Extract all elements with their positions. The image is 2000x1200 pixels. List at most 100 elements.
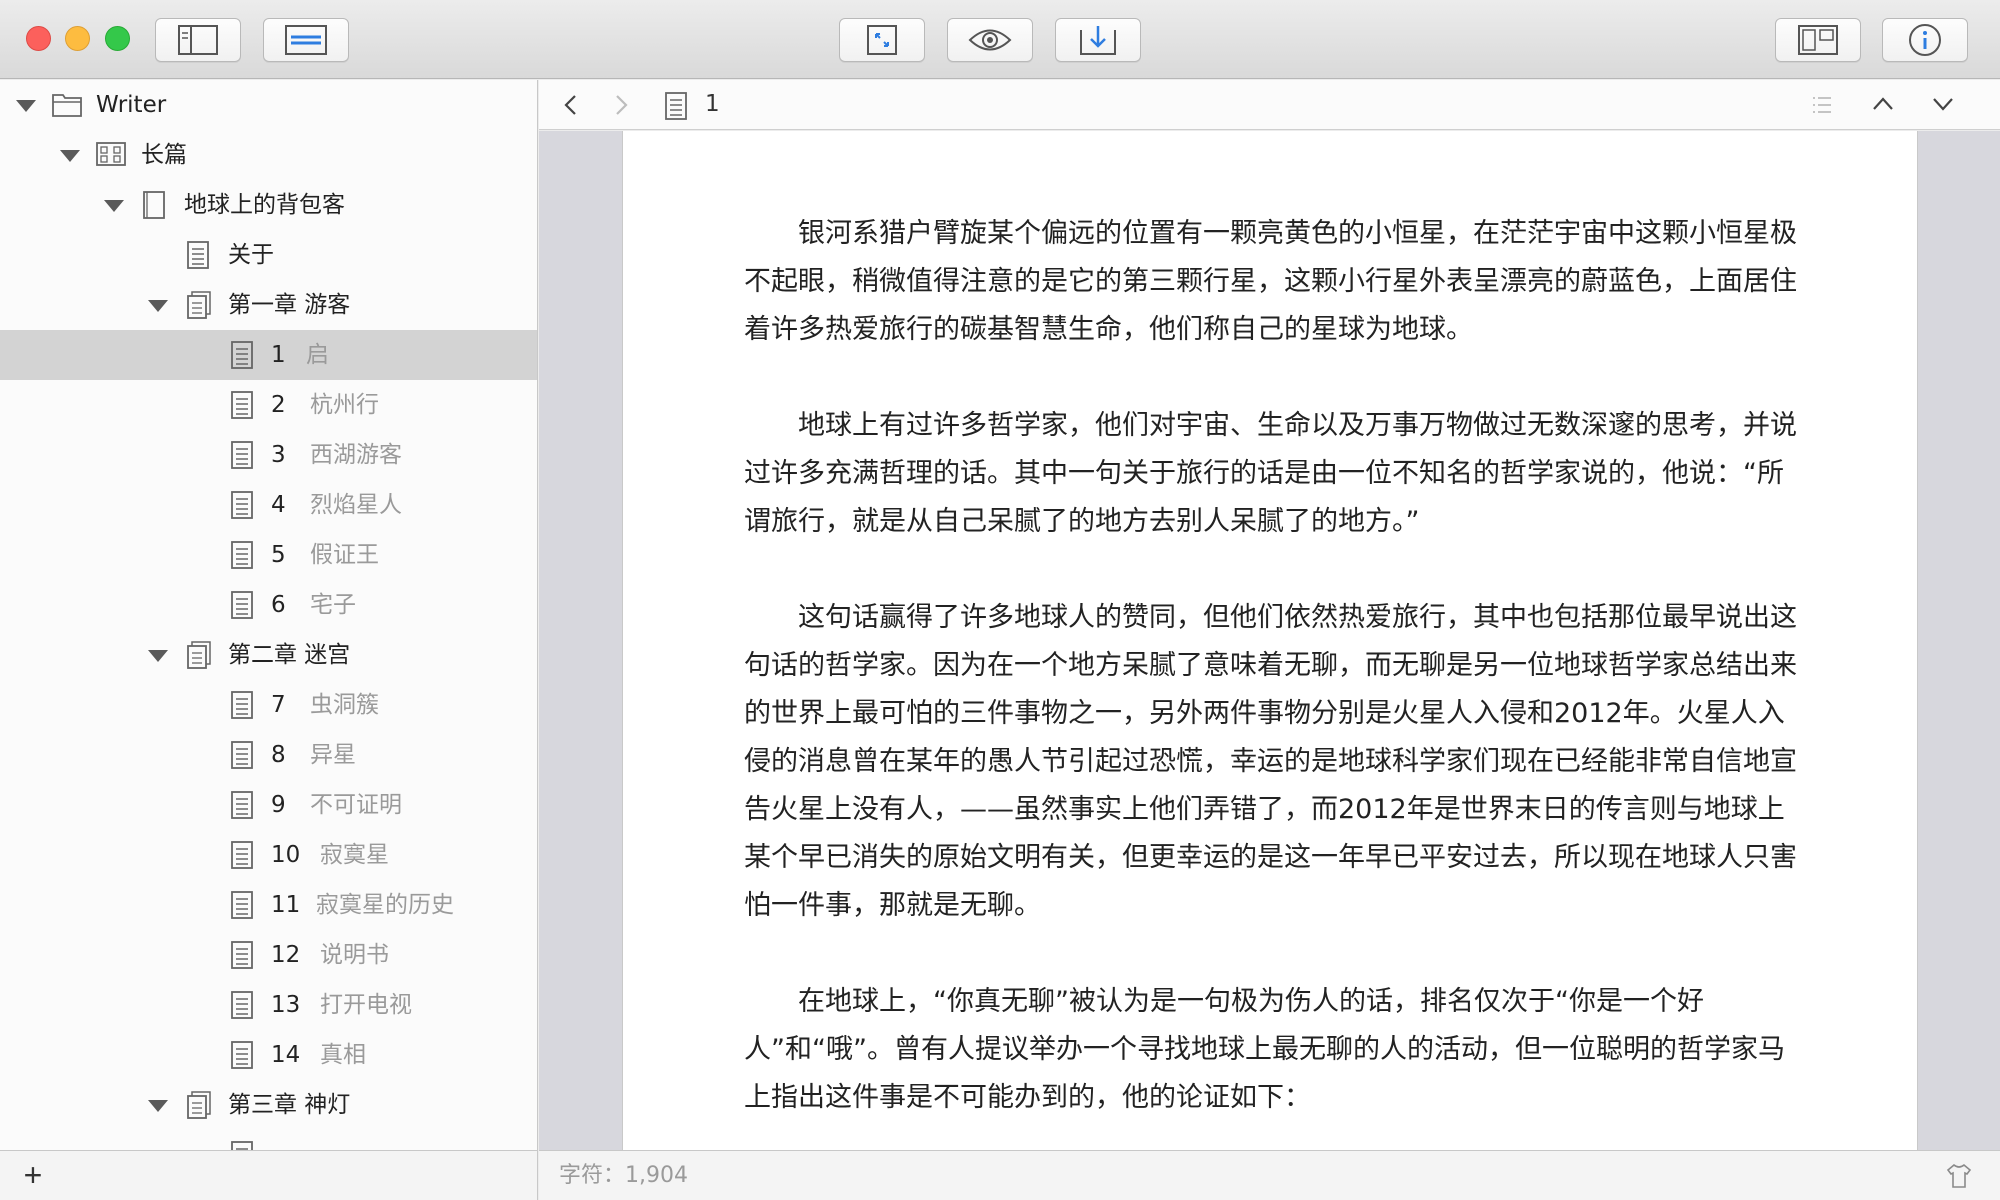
paragraph[interactable]: 在地球上，“你真无聊”被认为是一句极为伤人的话，排名仅次于“你是一个好人”和“哦… xyxy=(744,978,1800,1122)
doc-number: 5 xyxy=(271,542,286,568)
fullscreen-button[interactable] xyxy=(839,18,925,62)
document-stack-icon xyxy=(187,1091,211,1119)
chevron-right-icon[interactable] xyxy=(613,94,629,116)
close-window-button[interactable] xyxy=(26,26,51,51)
sidebar-item-label: 长篇 xyxy=(141,142,187,168)
split-view-button[interactable] xyxy=(1775,18,1861,62)
chevron-down-icon[interactable] xyxy=(1931,94,1955,114)
sidebar-item-doc-14[interactable]: 14 真相 xyxy=(0,1030,537,1080)
sidebar-item-chapter-2[interactable]: 第二章 迷宫 xyxy=(0,630,537,680)
document-icon xyxy=(231,691,253,719)
paragraph[interactable]: 银河系猎户臂旋某个偏远的位置有一颗亮黄色的小恒星，在茫茫宇宙中这颗小恒星极不起眼… xyxy=(744,210,1800,354)
document-icon xyxy=(665,92,687,120)
sidebar-toggle-button[interactable] xyxy=(155,18,241,62)
minimize-window-button[interactable] xyxy=(65,26,90,51)
doc-title: 假证王 xyxy=(310,542,379,568)
sidebar-item-project[interactable]: 长篇 xyxy=(0,130,537,180)
chevron-up-icon[interactable] xyxy=(1871,94,1895,114)
doc-title: 杭州行 xyxy=(310,392,379,418)
book-icon xyxy=(143,191,165,219)
doc-number: 9 xyxy=(271,792,286,818)
disclosure-triangle-icon[interactable] xyxy=(104,200,124,212)
sidebar-item-doc-9[interactable]: 9 不可证明 xyxy=(0,780,537,830)
doc-number: 6 xyxy=(271,592,286,618)
sidebar-item-label: 关于 xyxy=(228,242,274,268)
info-button[interactable] xyxy=(1882,18,1968,62)
doc-number: 2 xyxy=(271,392,286,418)
sidebar-item-doc-1[interactable]: 1 启 xyxy=(0,330,537,380)
sidebar-item-doc-8[interactable]: 8 异星 xyxy=(0,730,537,780)
sidebar-item-doc-7[interactable]: 7 虫洞簇 xyxy=(0,680,537,730)
disclosure-triangle-icon[interactable] xyxy=(148,1100,168,1112)
sidebar-item-label: 第三章 神灯 xyxy=(228,1092,351,1118)
doc-title: 真相 xyxy=(320,1042,366,1068)
list-icon[interactable] xyxy=(1811,94,1833,116)
doc-title: 烈焰星人 xyxy=(310,492,402,518)
sidebar-item-chapter-1[interactable]: 第一章 游客 xyxy=(0,280,537,330)
sidebar-footer: + xyxy=(0,1150,538,1200)
paragraph[interactable]: 地球上有过许多哲学家，他们对宇宙、生命以及万事万物做过无数深邃的思考，并说过许多… xyxy=(744,402,1800,546)
window-toolbar xyxy=(0,0,2000,79)
sidebar: Writer 长篇 地球上的背包客 关于 第一章 游客 1 启 2 杭州行 3 … xyxy=(0,80,538,1150)
sidebar-item-doc-10[interactable]: 10 寂寞星 xyxy=(0,830,537,880)
sidebar-item-doc-15-partial[interactable] xyxy=(0,1130,537,1150)
disclosure-triangle-icon[interactable] xyxy=(16,100,36,112)
sidebar-item-chapter-3[interactable]: 第三章 神灯 xyxy=(0,1080,537,1130)
paragraph[interactable]: 这句话赢得了许多地球人的赞同，但他们依然热爱旅行，其中也包括那位最早说出这句话的… xyxy=(744,594,1800,930)
sidebar-item-doc-6[interactable]: 6 宅子 xyxy=(0,580,537,630)
document-icon xyxy=(187,241,209,269)
doc-title: 打开电视 xyxy=(320,992,412,1018)
expand-arrows-icon xyxy=(867,25,897,55)
document-icon xyxy=(231,1141,253,1150)
info-icon xyxy=(1909,24,1941,56)
doc-number: 7 xyxy=(271,692,286,718)
corkboard-icon xyxy=(96,142,126,166)
preview-button[interactable] xyxy=(947,18,1033,62)
document-icon xyxy=(231,341,253,369)
doc-title: 寂寞星的历史 xyxy=(316,892,454,918)
sidebar-item-doc-3[interactable]: 3 西湖游客 xyxy=(0,430,537,480)
character-count[interactable]: 字符：1,904 xyxy=(559,1162,688,1190)
eye-icon xyxy=(968,29,1012,51)
current-document-label[interactable]: 1 xyxy=(705,90,720,118)
doc-title: 宅子 xyxy=(310,592,356,618)
disclosure-triangle-icon[interactable] xyxy=(148,300,168,312)
export-button[interactable] xyxy=(1055,18,1141,62)
doc-title: 寂寞星 xyxy=(320,842,389,868)
sidebar-item-about[interactable]: 关于 xyxy=(0,230,537,280)
sidebar-item-label: 地球上的背包客 xyxy=(184,192,345,218)
zoom-window-button[interactable] xyxy=(105,26,130,51)
sidebar-item-doc-2[interactable]: 2 杭州行 xyxy=(0,380,537,430)
add-item-button[interactable]: + xyxy=(18,1157,48,1193)
doc-number: 8 xyxy=(271,742,286,768)
doc-title: 虫洞簇 xyxy=(310,692,379,718)
editor-area: 银河系猎户臂旋某个偏远的位置有一颗亮黄色的小恒星，在茫茫宇宙中这颗小恒星极不起眼… xyxy=(539,131,2000,1150)
sidebar-item-doc-11[interactable]: 11 寂寞星的历史 xyxy=(0,880,537,930)
editor-header: 1 xyxy=(539,80,2000,130)
doc-title: 不可证明 xyxy=(310,792,402,818)
disclosure-triangle-icon[interactable] xyxy=(60,150,80,162)
sidebar-item-doc-5[interactable]: 5 假证王 xyxy=(0,530,537,580)
format-bar-button[interactable] xyxy=(263,18,349,62)
document-icon xyxy=(231,741,253,769)
sidebar-item-writer[interactable]: Writer xyxy=(0,80,537,130)
sidebar-item-doc-13[interactable]: 13 打开电视 xyxy=(0,980,537,1030)
shirt-icon[interactable] xyxy=(1946,1163,1972,1189)
sidebar-item-book[interactable]: 地球上的背包客 xyxy=(0,180,537,230)
document-icon xyxy=(231,541,253,569)
disclosure-triangle-icon[interactable] xyxy=(148,650,168,662)
editor-page[interactable]: 银河系猎户臂旋某个偏远的位置有一颗亮黄色的小恒星，在茫茫宇宙中这颗小恒星极不起眼… xyxy=(622,131,1918,1150)
document-icon xyxy=(231,491,253,519)
folder-icon xyxy=(52,94,82,117)
doc-number: 3 xyxy=(271,442,286,468)
sidebar-item-doc-4[interactable]: 4 烈焰星人 xyxy=(0,480,537,530)
sidebar-icon xyxy=(178,25,218,55)
doc-number: 4 xyxy=(271,492,286,518)
status-bar: 字符：1,904 xyxy=(539,1150,2000,1200)
doc-title: 启 xyxy=(306,342,329,368)
chevron-left-icon[interactable] xyxy=(563,94,579,116)
document-icon xyxy=(231,1041,253,1069)
download-icon xyxy=(1080,26,1116,55)
sidebar-item-doc-12[interactable]: 12 说明书 xyxy=(0,930,537,980)
doc-number: 11 xyxy=(271,892,301,918)
